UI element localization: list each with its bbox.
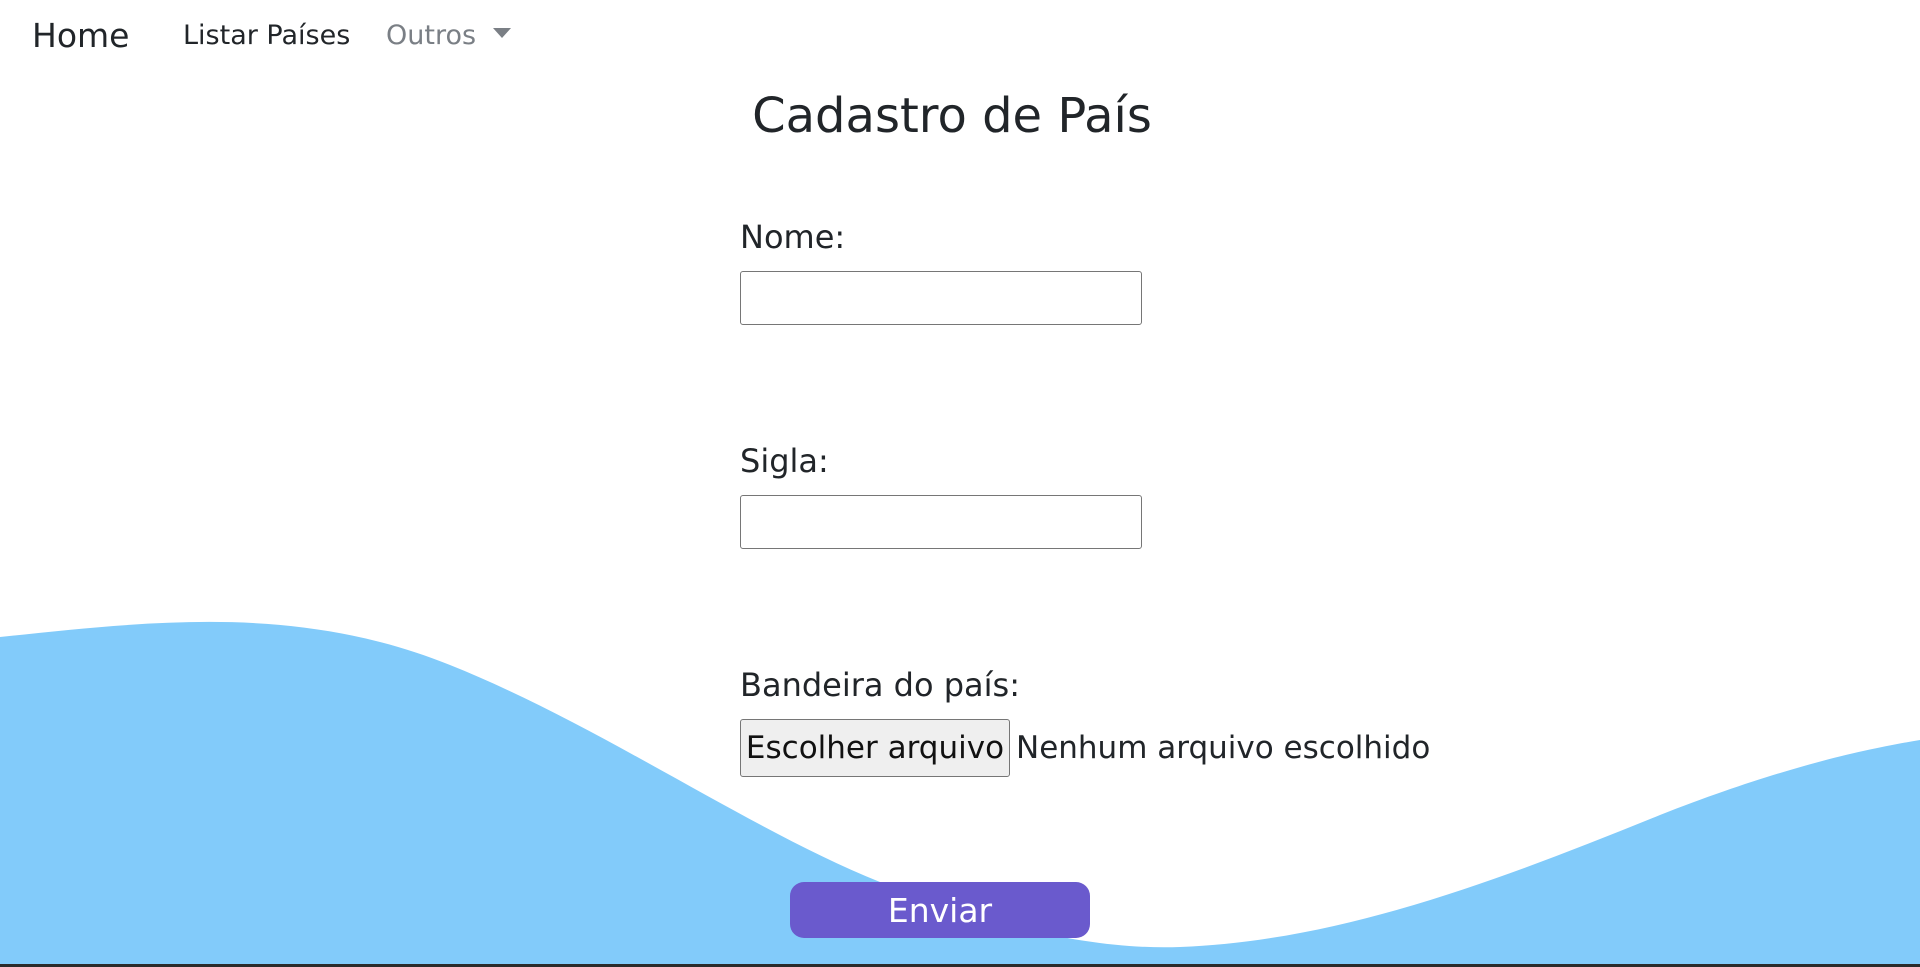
nav-dropdown-outros-label: Outros — [386, 20, 477, 51]
nome-label: Nome: — [740, 218, 846, 256]
sigla-input[interactable] — [740, 495, 1142, 549]
nav-link-listar-paises[interactable]: Listar Países — [183, 18, 350, 54]
navbar: Home Listar Países Outros — [0, 0, 1920, 74]
bandeira-label: Bandeira do país: — [740, 666, 1020, 704]
nome-input[interactable] — [740, 271, 1142, 325]
choose-file-button[interactable]: Escolher arquivo — [740, 719, 1010, 777]
sigla-label: Sigla: — [740, 442, 829, 480]
file-status-text: Nenhum arquivo escolhido — [1016, 730, 1431, 766]
page: Home Listar Países Outros Cadastro de Pa… — [0, 0, 1920, 967]
caret-down-icon — [493, 28, 512, 38]
bandeira-file-input: Escolher arquivo Nenhum arquivo escolhid… — [740, 719, 1430, 777]
nav-brand-home[interactable]: Home — [32, 14, 129, 58]
submit-button[interactable]: Enviar — [790, 882, 1090, 938]
page-title: Cadastro de País — [752, 88, 1152, 144]
nav-dropdown-outros[interactable]: Outros — [386, 18, 512, 54]
